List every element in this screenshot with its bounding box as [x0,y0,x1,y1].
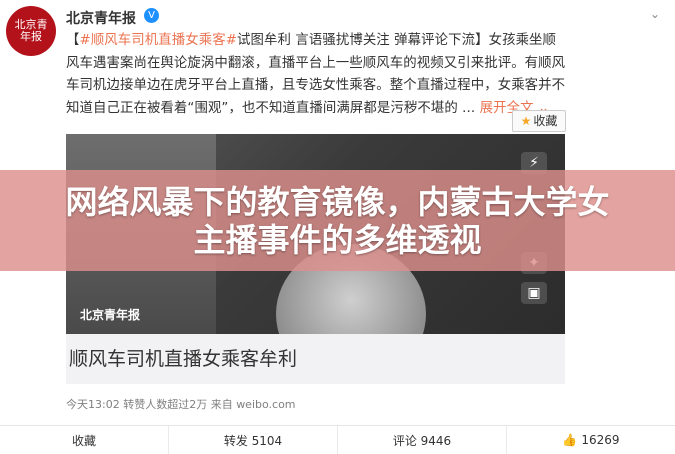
avatar-text: 北京青年报 [14,18,48,43]
weibo-post: 北京青年报 北京青年报 V ⌄ 【#顺风车司机直播女乘客#试图牟利 言语骚扰博关… [0,0,675,454]
headline: 网络风暴下的教育镜像，内蒙古大学女 主播事件的多维透视 [0,183,675,259]
comment-action[interactable]: 评论 9446 [338,426,507,454]
window-icon[interactable]: ▣ [521,282,547,304]
headline-line-2: 主播事件的多维透视 [193,221,482,259]
thumbs-up-icon: 👍 [562,433,578,447]
headline-line-1: 网络风暴下的教育镜像，内蒙古大学女 [65,183,610,221]
video-caption-text: 顺风车司机直播女乘客牟利 [69,348,298,370]
favorite-button[interactable]: ★ 收藏 [512,110,566,132]
comment-action-label: 评论 9446 [392,433,452,448]
star-icon: ★ [520,114,532,128]
author-name[interactable]: 北京青年报 [66,8,136,28]
video-watermark: 北京青年报 [80,308,141,322]
repost-action[interactable]: 转发 5104 [169,426,338,454]
post-text: 【#顺风车司机直播女乘客#试图牟利 言语骚扰博关注 弹幕评论下流】女孩乘坐顺风车… [66,30,566,120]
video-caption[interactable]: 顺风车司机直播女乘客牟利 [66,334,565,384]
repost-action-label: 转发 5104 [223,433,283,448]
favorite-label: 收藏 [533,114,558,128]
open-bracket: 【 [66,33,80,48]
chevron-down-icon[interactable]: ⌄ [647,6,663,22]
like-count: 16269 [581,433,620,447]
favorite-action-label: 收藏 [71,433,96,448]
action-bar: 收藏 转发 5104 评论 9446 👍 16269 [0,425,675,454]
topic-link[interactable]: #顺风车司机直播女乘客# [80,33,238,48]
post-meta: 今天13:02 转赞人数超过2万 来自 weibo.com [66,398,296,411]
verified-badge: V [144,8,159,23]
favorite-action[interactable]: 收藏 [0,426,169,454]
avatar[interactable]: 北京青年报 [6,6,56,56]
like-action[interactable]: 👍 16269 [507,426,675,454]
